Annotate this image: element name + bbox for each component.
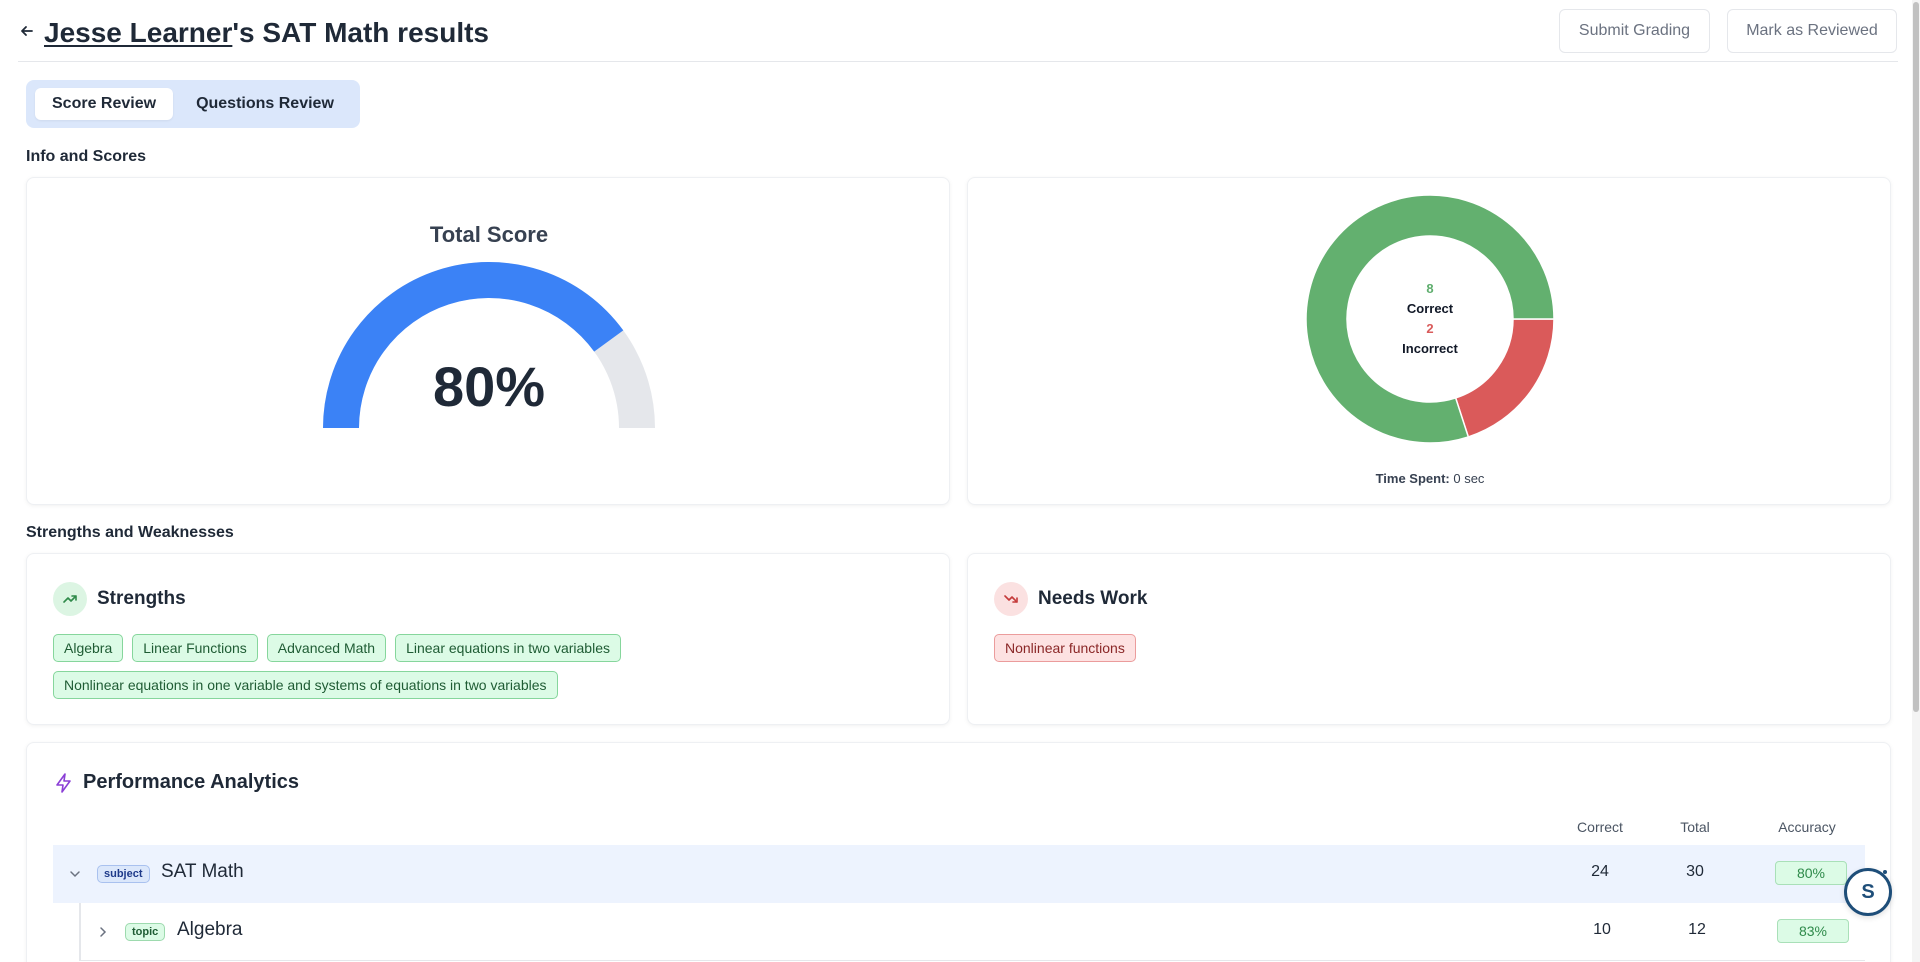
- incorrect-count: 2: [1426, 321, 1434, 336]
- row-name: SAT Math: [161, 861, 244, 882]
- performance-header: Performance Analytics: [53, 771, 299, 794]
- lightning-icon: [56, 772, 71, 793]
- total-score-card: Total Score 80%: [26, 177, 950, 505]
- row-total: 30: [1686, 863, 1704, 880]
- donut-center-labels: 8 Correct 2 Incorrect: [1305, 194, 1555, 444]
- section-strengths-weaknesses: Strengths and Weaknesses: [26, 524, 234, 541]
- review-tabs: Score Review Questions Review: [26, 80, 360, 128]
- strengths-chips: Algebra Linear Functions Advanced Math L…: [53, 634, 923, 699]
- time-spent: Time Spent: 0 sec: [968, 471, 1892, 486]
- total-score-title: Total Score: [429, 222, 549, 247]
- submit-grading-button[interactable]: Submit Grading: [1559, 9, 1710, 53]
- table-row-topic[interactable]: topic Algebra 10 12 83%: [79, 903, 1865, 961]
- notification-dot: [1883, 870, 1887, 874]
- table-row-subject[interactable]: subject SAT Math 24 30 80%: [53, 845, 1865, 903]
- scrollbar-thumb[interactable]: [1913, 2, 1919, 712]
- row-name: Algebra: [177, 919, 243, 940]
- row-tag: subject: [97, 865, 150, 883]
- needs-work-chips: Nonlinear functions: [994, 634, 1864, 662]
- student-name-link[interactable]: Jesse Learner: [44, 17, 232, 48]
- performance-title: Performance Analytics: [83, 771, 300, 793]
- needs-work-chip: Nonlinear functions: [994, 634, 1136, 662]
- chevron-right-icon[interactable]: [95, 924, 111, 940]
- tab-questions-review[interactable]: Questions Review: [179, 88, 351, 120]
- page-header: Jesse Learner's SAT Math results Submit …: [18, 0, 1898, 62]
- needs-work-card: Needs Work Nonlinear functions: [967, 553, 1891, 725]
- row-tag: topic: [125, 923, 166, 941]
- strengths-header: Strengths: [53, 582, 186, 616]
- strengths-title: Strengths: [97, 588, 186, 609]
- time-spent-value: 0 sec: [1453, 471, 1485, 486]
- back-button[interactable]: [18, 22, 36, 40]
- page: Jesse Learner's SAT Math results Submit …: [0, 0, 1920, 962]
- row-accuracy: 80%: [1775, 861, 1847, 885]
- needs-work-header: Needs Work: [994, 582, 1147, 616]
- strength-chip: Linear equations in two variables: [395, 634, 621, 662]
- correct-count: 8: [1426, 281, 1434, 296]
- strength-chip: Advanced Math: [266, 634, 387, 662]
- trending-up-icon: [53, 582, 87, 616]
- incorrect-label: Incorrect: [1402, 341, 1458, 356]
- mark-reviewed-button[interactable]: Mark as Reviewed: [1727, 9, 1897, 53]
- needs-work-title: Needs Work: [1038, 588, 1148, 609]
- strength-chip: Nonlinear equations in one variable and …: [53, 671, 558, 699]
- row-total: 12: [1688, 921, 1706, 938]
- col-total: Total: [1680, 819, 1710, 835]
- col-correct: Correct: [1577, 819, 1623, 835]
- strengths-card: Strengths Algebra Linear Functions Advan…: [26, 553, 950, 725]
- time-spent-label: Time Spent:: [1375, 471, 1450, 486]
- correct-label: Correct: [1406, 301, 1454, 316]
- results-donut-card: 8 Correct 2 Incorrect Time Spent: 0 sec: [967, 177, 1891, 505]
- chevron-down-icon[interactable]: [67, 866, 83, 882]
- row-correct: 10: [1593, 921, 1611, 938]
- strength-chip: Linear Functions: [132, 634, 258, 662]
- tab-score-review[interactable]: Score Review: [35, 88, 174, 120]
- total-score-value: 80%: [432, 355, 546, 418]
- arrow-left-icon: [21, 26, 33, 36]
- performance-analytics-card: Performance Analytics Correct Total Accu…: [26, 742, 1891, 962]
- row-accuracy: 83%: [1777, 919, 1849, 943]
- section-info-scores: Info and Scores: [26, 148, 147, 165]
- page-title: Jesse Learner's SAT Math results: [44, 17, 489, 49]
- strength-chip: Algebra: [53, 634, 124, 662]
- col-accuracy: Accuracy: [1778, 819, 1836, 835]
- trending-down-icon: [994, 582, 1028, 616]
- page-title-suffix: 's SAT Math results: [232, 17, 489, 48]
- row-correct: 24: [1591, 863, 1609, 880]
- support-chat-button[interactable]: S: [1844, 868, 1892, 916]
